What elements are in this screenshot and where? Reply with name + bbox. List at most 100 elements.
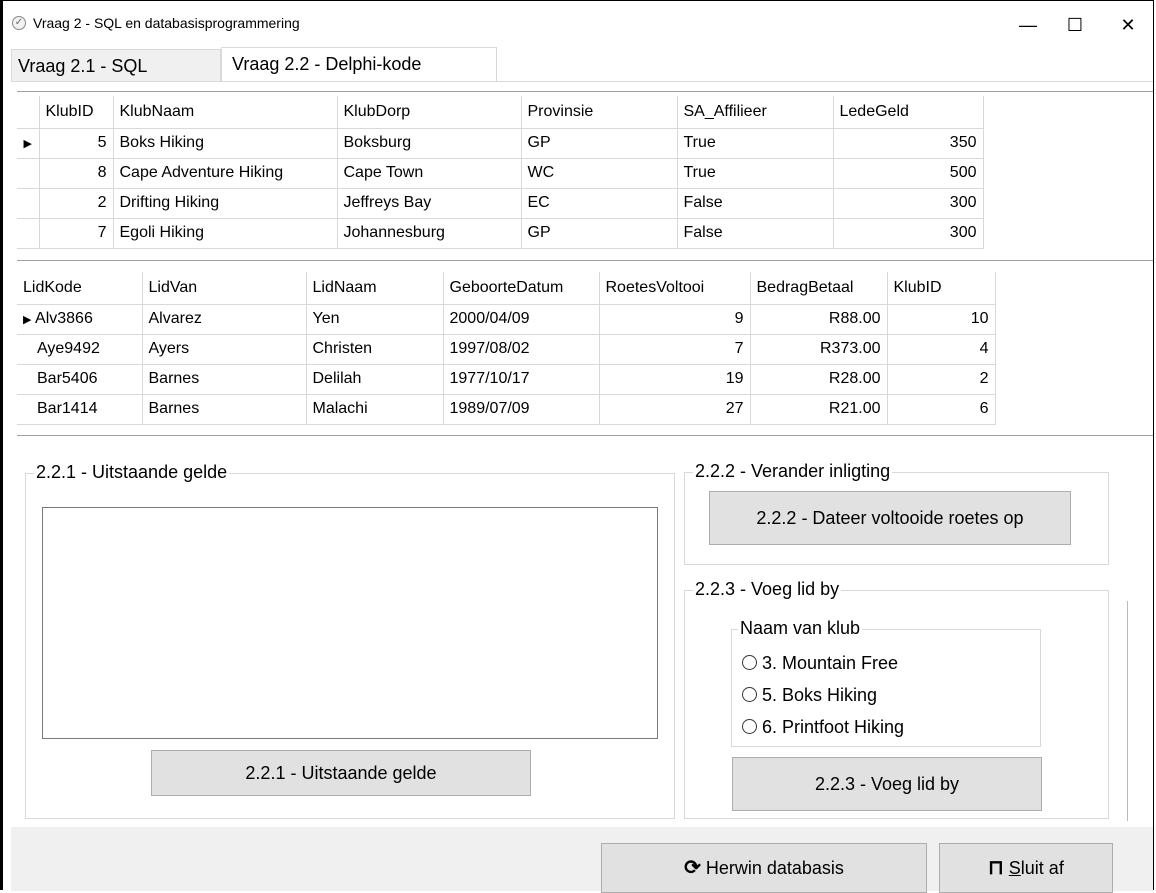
- table-cell[interactable]: 350: [833, 128, 984, 159]
- table-cell[interactable]: Cape Adventure Hiking: [113, 158, 338, 189]
- table-cell[interactable]: Ayers: [142, 334, 307, 365]
- table-cell[interactable]: Jeffreys Bay: [337, 188, 522, 219]
- table-row[interactable]: Aye9492 Ayers Christen 1997/08/02 7 R373…: [17, 334, 996, 365]
- table-cell[interactable]: Delilah: [306, 364, 444, 395]
- table-row[interactable]: Bar5406 Barnes Delilah 1977/10/17 19 R28…: [17, 364, 996, 395]
- group-add-member: 2.2.3 - Voeg lid by Naam van klub 3. Mou…: [684, 579, 1109, 819]
- column-header[interactable]: SA_Affilieer: [677, 96, 834, 129]
- table-cell[interactable]: 9: [599, 304, 751, 335]
- table-cell[interactable]: 2: [39, 188, 114, 219]
- table-cell[interactable]: 4: [887, 334, 996, 365]
- table-cell[interactable]: Bar5406: [17, 364, 143, 395]
- app-check-icon: ✓: [12, 16, 26, 30]
- table-cell[interactable]: 8: [39, 158, 114, 189]
- table-row[interactable]: 2 Drifting Hiking Jeffreys Bay EC False …: [17, 188, 984, 219]
- column-header[interactable]: LidKode: [17, 272, 143, 305]
- table-cell[interactable]: Bar1414: [17, 394, 143, 425]
- lede-table[interactable]: LidKode LidVan LidNaam GeboorteDatum Roe…: [17, 272, 996, 425]
- klub-table[interactable]: KlubID KlubNaam KlubDorp Provinsie SA_Af…: [17, 96, 984, 249]
- table-cell[interactable]: False: [677, 218, 834, 249]
- table-cell[interactable]: False: [677, 188, 834, 219]
- column-header[interactable]: KlubDorp: [337, 96, 522, 129]
- table-cell[interactable]: Aye9492: [17, 334, 143, 365]
- radio-option-boks-hiking[interactable]: 5. Boks Hiking: [742, 683, 877, 707]
- table-row[interactable]: 8 Cape Adventure Hiking Cape Town WC Tru…: [17, 158, 984, 189]
- table-cell[interactable]: EC: [521, 188, 678, 219]
- column-header[interactable]: KlubID: [39, 96, 114, 129]
- table-cell[interactable]: ▶ Alv3866: [17, 304, 143, 335]
- column-header[interactable]: LidVan: [142, 272, 307, 305]
- column-header[interactable]: KlubNaam: [113, 96, 338, 129]
- table-cell[interactable]: 300: [833, 188, 984, 219]
- table-cell[interactable]: True: [677, 128, 834, 159]
- table-cell[interactable]: 7: [39, 218, 114, 249]
- restore-database-button[interactable]: ⟳ Herwin databasis: [601, 843, 927, 893]
- group-legend: 2.2.2 - Verander inligting: [693, 461, 893, 482]
- minimize-button[interactable]: —: [1013, 13, 1043, 37]
- radio-option-mountain-free[interactable]: 3. Mountain Free: [742, 651, 898, 675]
- table-row[interactable]: ▶ 5 Boks Hiking Boksburg GP True 350: [17, 128, 984, 159]
- outstanding-fees-button[interactable]: 2.2.1 - Uitstaande gelde: [151, 750, 531, 796]
- table-cell[interactable]: R373.00: [750, 334, 888, 365]
- table-cell[interactable]: Barnes: [142, 394, 307, 425]
- table-cell[interactable]: True: [677, 158, 834, 189]
- table-cell[interactable]: Cape Town: [337, 158, 522, 189]
- table-cell[interactable]: 1977/10/17: [443, 364, 600, 395]
- table-cell[interactable]: 1997/08/02: [443, 334, 600, 365]
- table-cell[interactable]: 10: [887, 304, 996, 335]
- table-cell[interactable]: Christen: [306, 334, 444, 365]
- table-cell[interactable]: 5: [39, 128, 114, 159]
- column-header[interactable]: LidNaam: [306, 272, 444, 305]
- column-header[interactable]: RoetesVoltooi: [599, 272, 751, 305]
- table-cell[interactable]: 500: [833, 158, 984, 189]
- table-cell[interactable]: Alvarez: [142, 304, 307, 335]
- table-row[interactable]: Bar1414 Barnes Malachi 1989/07/09 27 R21…: [17, 394, 996, 425]
- table-cell[interactable]: R88.00: [750, 304, 888, 335]
- restore-database-label: Herwin databasis: [705, 858, 844, 878]
- table-cell[interactable]: 1989/07/09: [443, 394, 600, 425]
- maximize-button[interactable]: ☐: [1060, 13, 1090, 37]
- close-window-button[interactable]: ✕: [1113, 13, 1143, 37]
- table-row[interactable]: 7 Egoli Hiking Johannesburg GP False 300: [17, 218, 984, 249]
- column-header[interactable]: BedragBetaal: [750, 272, 888, 305]
- window-title: Vraag 2 - SQL en databasisprogrammering: [33, 15, 300, 31]
- row-indicator-header: [17, 96, 40, 129]
- table-row[interactable]: ▶ Alv3866 Alvarez Yen 2000/04/09 9 R88.0…: [17, 304, 996, 335]
- radio-option-printfoot-hiking[interactable]: 6. Printfoot Hiking: [742, 715, 904, 739]
- table-cell[interactable]: 2000/04/09: [443, 304, 600, 335]
- table-cell[interactable]: Barnes: [142, 364, 307, 395]
- table-cell[interactable]: Boksburg: [337, 128, 522, 159]
- table-cell[interactable]: Yen: [306, 304, 444, 335]
- update-routes-button[interactable]: 2.2.2 - Dateer voltooide roetes op: [709, 491, 1071, 545]
- column-header[interactable]: Provinsie: [521, 96, 678, 129]
- table-cell[interactable]: Boks Hiking: [113, 128, 338, 159]
- outstanding-fees-memo[interactable]: [42, 507, 658, 739]
- table-cell[interactable]: GP: [521, 128, 678, 159]
- row-indicator: [17, 188, 40, 219]
- row-indicator: [17, 218, 40, 249]
- table-cell[interactable]: WC: [521, 158, 678, 189]
- column-header[interactable]: LedeGeld: [833, 96, 984, 129]
- column-header[interactable]: KlubID: [887, 272, 996, 305]
- column-header[interactable]: GeboorteDatum: [443, 272, 600, 305]
- table-cell[interactable]: 2: [887, 364, 996, 395]
- grid-top-border: [17, 91, 1153, 92]
- table-cell[interactable]: Drifting Hiking: [113, 188, 338, 219]
- table-cell[interactable]: R28.00: [750, 364, 888, 395]
- table-cell[interactable]: Johannesburg: [337, 218, 522, 249]
- table-cell[interactable]: 7: [599, 334, 751, 365]
- table-cell[interactable]: Egoli Hiking: [113, 218, 338, 249]
- table-cell[interactable]: R21.00: [750, 394, 888, 425]
- tab-delphi-code[interactable]: Vraag 2.2 - Delphi-kode: [221, 47, 497, 81]
- close-app-button[interactable]: ⊓ Sluit af: [939, 843, 1113, 893]
- table-cell[interactable]: GP: [521, 218, 678, 249]
- table-cell[interactable]: 27: [599, 394, 751, 425]
- table-cell[interactable]: 19: [599, 364, 751, 395]
- table-cell[interactable]: Malachi: [306, 394, 444, 425]
- table-cell[interactable]: 6: [887, 394, 996, 425]
- table-cell[interactable]: 300: [833, 218, 984, 249]
- add-member-button[interactable]: 2.2.3 - Voeg lid by: [732, 757, 1042, 811]
- lede-table-header: LidKode LidVan LidNaam GeboorteDatum Roe…: [17, 272, 996, 305]
- cell-text: Bar1414: [37, 400, 98, 417]
- tab-sql[interactable]: Vraag 2.1 - SQL: [11, 49, 221, 81]
